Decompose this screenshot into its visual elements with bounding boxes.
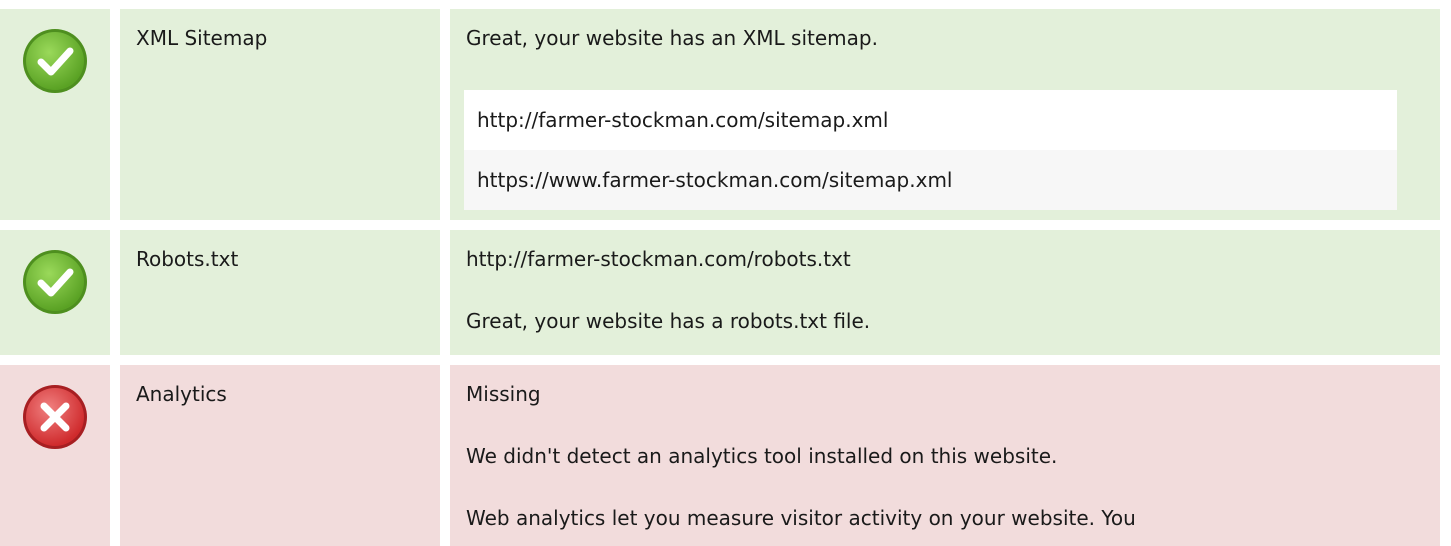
check-detail-cell: Missing We didn't detect an analytics to… (450, 365, 1440, 546)
error-circle-icon (21, 383, 89, 451)
check-circle-icon (21, 248, 89, 316)
check-label-cell: XML Sitemap (120, 9, 440, 220)
seo-report-table: XML Sitemap Great, your website has an X… (0, 0, 1451, 546)
check-detail-cell: http://farmer-stockman.com/robots.txt Gr… (450, 230, 1440, 355)
analytics-state: Missing (466, 382, 541, 406)
check-row-robots: Robots.txt http://farmer-stockman.com/ro… (0, 230, 1440, 355)
robots-url: http://farmer-stockman.com/robots.txt (466, 247, 851, 271)
check-label: Analytics (136, 382, 227, 406)
check-label-cell: Robots.txt (120, 230, 440, 355)
status-cell (0, 365, 110, 546)
check-description: Web analytics let you measure visitor ac… (466, 506, 1136, 530)
check-message: Great, your website has a robots.txt fil… (466, 309, 871, 333)
check-detail-cell: Great, your website has an XML sitemap. … (450, 9, 1440, 220)
check-message: We didn't detect an analytics tool insta… (466, 444, 1058, 468)
check-row-xml-sitemap: XML Sitemap Great, your website has an X… (0, 9, 1440, 220)
check-circle-icon (21, 27, 89, 95)
status-cell (0, 9, 110, 220)
sitemap-url: https://www.farmer-stockman.com/sitemap.… (464, 150, 1397, 210)
check-message: Great, your website has an XML sitemap. (466, 26, 878, 50)
check-label: Robots.txt (136, 247, 239, 271)
status-cell (0, 230, 110, 355)
check-label-cell: Analytics (120, 365, 440, 546)
sitemap-url-list: http://farmer-stockman.com/sitemap.xml h… (464, 90, 1397, 210)
check-label: XML Sitemap (136, 26, 268, 50)
check-row-analytics: Analytics Missing We didn't detect an an… (0, 365, 1440, 546)
sitemap-url: http://farmer-stockman.com/sitemap.xml (464, 90, 1397, 150)
